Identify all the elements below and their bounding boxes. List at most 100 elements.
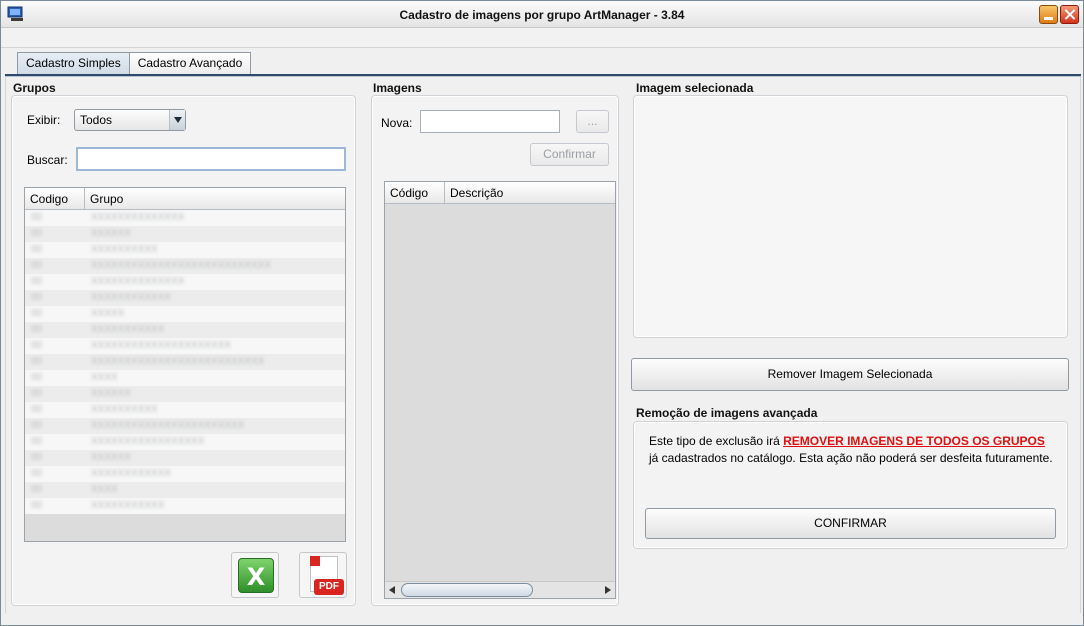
imagens-horizontal-scrollbar[interactable] xyxy=(385,581,615,598)
chevron-down-icon[interactable] xyxy=(169,110,185,130)
row-name: XXXXXXXXXXXXXX xyxy=(91,212,185,223)
table-row[interactable]: 00 XXXXXXXXXXXXXX xyxy=(25,210,345,226)
scroll-left-icon[interactable] xyxy=(389,586,395,594)
column-header-descricao[interactable]: Descrição xyxy=(445,182,615,204)
row-code: 00 xyxy=(31,436,43,447)
tab-cadastro-avancado[interactable]: Cadastro Avançado xyxy=(128,52,252,74)
column-header-codigo[interactable]: Código xyxy=(385,182,445,204)
scrollbar-thumb[interactable] xyxy=(401,583,533,597)
grupos-table-header: Codigo Grupo xyxy=(25,188,345,210)
table-row[interactable]: 00 XXXXXXXXXXXXXXXXXXXXXXXXXXX xyxy=(25,258,345,274)
remocao-warning-text: Este tipo de exclusão irá REMOVER IMAGEN… xyxy=(649,433,1054,467)
imagem-preview xyxy=(633,95,1068,338)
table-row[interactable]: 00 XXXXXXXXXXXXXXXXXXXXX xyxy=(25,338,345,354)
table-row[interactable]: 00 XXXXXXXXXXXX xyxy=(25,466,345,482)
table-row[interactable]: 00 XXXXXXXXXXXXXXXXXXXXXXX xyxy=(25,418,345,434)
imagem-selecionada-title: Imagem selecionada xyxy=(636,81,754,95)
confirmar-imagem-button[interactable]: Confirmar xyxy=(530,143,609,166)
row-name: XXXXXXXXXX xyxy=(91,404,158,415)
row-name: XXXXXXXXXXXXXXXXXXXXXXXXXX xyxy=(91,356,265,367)
row-code: 00 xyxy=(31,404,43,415)
row-code: 00 xyxy=(31,420,43,431)
buscar-input[interactable] xyxy=(76,147,346,171)
imagens-title: Imagens xyxy=(373,81,422,95)
column-header-grupo[interactable]: Grupo xyxy=(85,188,345,210)
row-code: 00 xyxy=(31,276,43,287)
grupos-table: Codigo Grupo 00 XXXXXXXXXXXXXX 00 XXXXXX 00 X… xyxy=(24,187,346,542)
row-name: XXXXXXXXXX xyxy=(91,244,158,255)
grupos-table-body: 00 XXXXXXXXXXXXXX 00 XXXXXX 00 XXXXXXXXXX 00 XX… xyxy=(25,210,345,514)
warning-text-before: Este tipo de exclusão irá xyxy=(649,434,784,448)
grupos-panel: Exibir: Todos Buscar: Codigo Grupo 00 XXX… xyxy=(11,95,356,606)
row-name: XXXX xyxy=(91,484,118,495)
row-name: XXXXXXXXXXXXXX xyxy=(91,276,185,287)
row-code: 00 xyxy=(31,340,43,351)
table-row[interactable]: 00 XXXXXXXXXXX xyxy=(25,322,345,338)
minimize-button[interactable] xyxy=(1039,5,1058,24)
table-row[interactable]: 00 XXXX xyxy=(25,482,345,498)
table-row[interactable]: 00 XXXXXXXXXXXXXXXXX xyxy=(25,434,345,450)
table-row[interactable]: 00 XXXXXXXXXXXX xyxy=(25,290,345,306)
row-code: 00 xyxy=(31,484,43,495)
table-row[interactable]: 00 XXXXXX xyxy=(25,226,345,242)
close-button[interactable] xyxy=(1060,5,1079,24)
window-title: Cadastro de imagens por grupo ArtManager… xyxy=(399,8,685,22)
table-row[interactable]: 00 XXXXXXXXXX xyxy=(25,402,345,418)
exibir-label: Exibir: xyxy=(27,113,61,127)
nova-label: Nova: xyxy=(381,116,413,130)
confirmar-remocao-button[interactable]: CONFIRMAR xyxy=(645,508,1056,539)
row-name: XXXXXX xyxy=(91,452,132,463)
grupos-title: Grupos xyxy=(13,81,56,95)
browse-button[interactable]: ... xyxy=(576,110,609,133)
table-row[interactable]: 00 XXXXXX xyxy=(25,450,345,466)
row-name: XXXXXXXXXXXXXXXXXXXXXXX xyxy=(91,420,245,431)
buscar-label: Buscar: xyxy=(27,153,68,167)
row-code: 00 xyxy=(31,244,43,255)
row-name: XXXXXXXXXXXX xyxy=(91,292,172,303)
row-code: 00 xyxy=(31,452,43,463)
imagens-table-header: Código Descrição xyxy=(385,182,615,204)
row-code: 00 xyxy=(31,228,43,239)
tab-bar: Cadastro Simples Cadastro Avançado xyxy=(17,52,252,75)
row-name: XXXXXXXXXXXXXXXXX xyxy=(91,436,205,447)
nova-input[interactable] xyxy=(420,110,560,133)
table-row[interactable]: 00 XXXXXXXXXX xyxy=(25,242,345,258)
table-row[interactable]: 00 XXXXXXXXXXXXXXXXXXXXXXXXXX xyxy=(25,354,345,370)
row-name: XXXXXXXXXXX xyxy=(91,324,165,335)
warning-text-after: já cadastrados no catálogo. Esta ação nã… xyxy=(649,451,1053,465)
pdf-badge: PDF xyxy=(314,579,344,595)
table-row[interactable]: 00 XXXXX xyxy=(25,306,345,322)
row-code: 00 xyxy=(31,292,43,303)
scroll-right-icon[interactable] xyxy=(605,586,611,594)
remocao-title: Remoção de imagens avançada xyxy=(636,406,818,420)
row-name: XXXX xyxy=(91,372,118,383)
row-code: 00 xyxy=(31,260,43,271)
exibir-select[interactable]: Todos xyxy=(74,109,186,131)
row-name: XXXXXXXXXXX xyxy=(91,500,165,511)
column-header-codigo[interactable]: Codigo xyxy=(25,188,85,210)
row-code: 00 xyxy=(31,356,43,367)
table-row[interactable]: 00 XXXX xyxy=(25,370,345,386)
table-row[interactable]: 00 XXXXXX xyxy=(25,386,345,402)
pdf-export-icon[interactable]: PDF xyxy=(299,552,347,598)
excel-export-icon[interactable] xyxy=(231,552,279,598)
remocao-panel: Este tipo de exclusão irá REMOVER IMAGEN… xyxy=(633,421,1068,549)
row-name: XXXXXXXXXXXXXXXXXXXXXXXXXXX xyxy=(91,260,272,271)
excel-icon-glyph xyxy=(238,558,274,593)
row-code: 00 xyxy=(31,372,43,383)
warning-highlight: REMOVER IMAGENS DE TODOS OS GRUPOS xyxy=(783,434,1045,448)
exibir-value: Todos xyxy=(80,113,113,127)
title-bar[interactable]: Cadastro de imagens por grupo ArtManager… xyxy=(1,1,1083,28)
table-row[interactable]: 00 XXXXXXXXXXX xyxy=(25,498,345,514)
row-code: 00 xyxy=(31,388,43,399)
menu-bar xyxy=(1,28,1083,48)
row-code: 00 xyxy=(31,500,43,511)
row-name: XXXXXX xyxy=(91,228,132,239)
app-window: Cadastro de imagens por grupo ArtManager… xyxy=(0,0,1084,626)
tab-cadastro-simples[interactable]: Cadastro Simples xyxy=(17,52,130,75)
row-name: XXXXXXXXXXXX xyxy=(91,468,172,479)
row-code: 00 xyxy=(31,212,43,223)
table-row[interactable]: 00 XXXXXXXXXXXXXX xyxy=(25,274,345,290)
row-code: 00 xyxy=(31,308,43,319)
remover-imagem-button[interactable]: Remover Imagem Selecionada xyxy=(631,358,1069,391)
